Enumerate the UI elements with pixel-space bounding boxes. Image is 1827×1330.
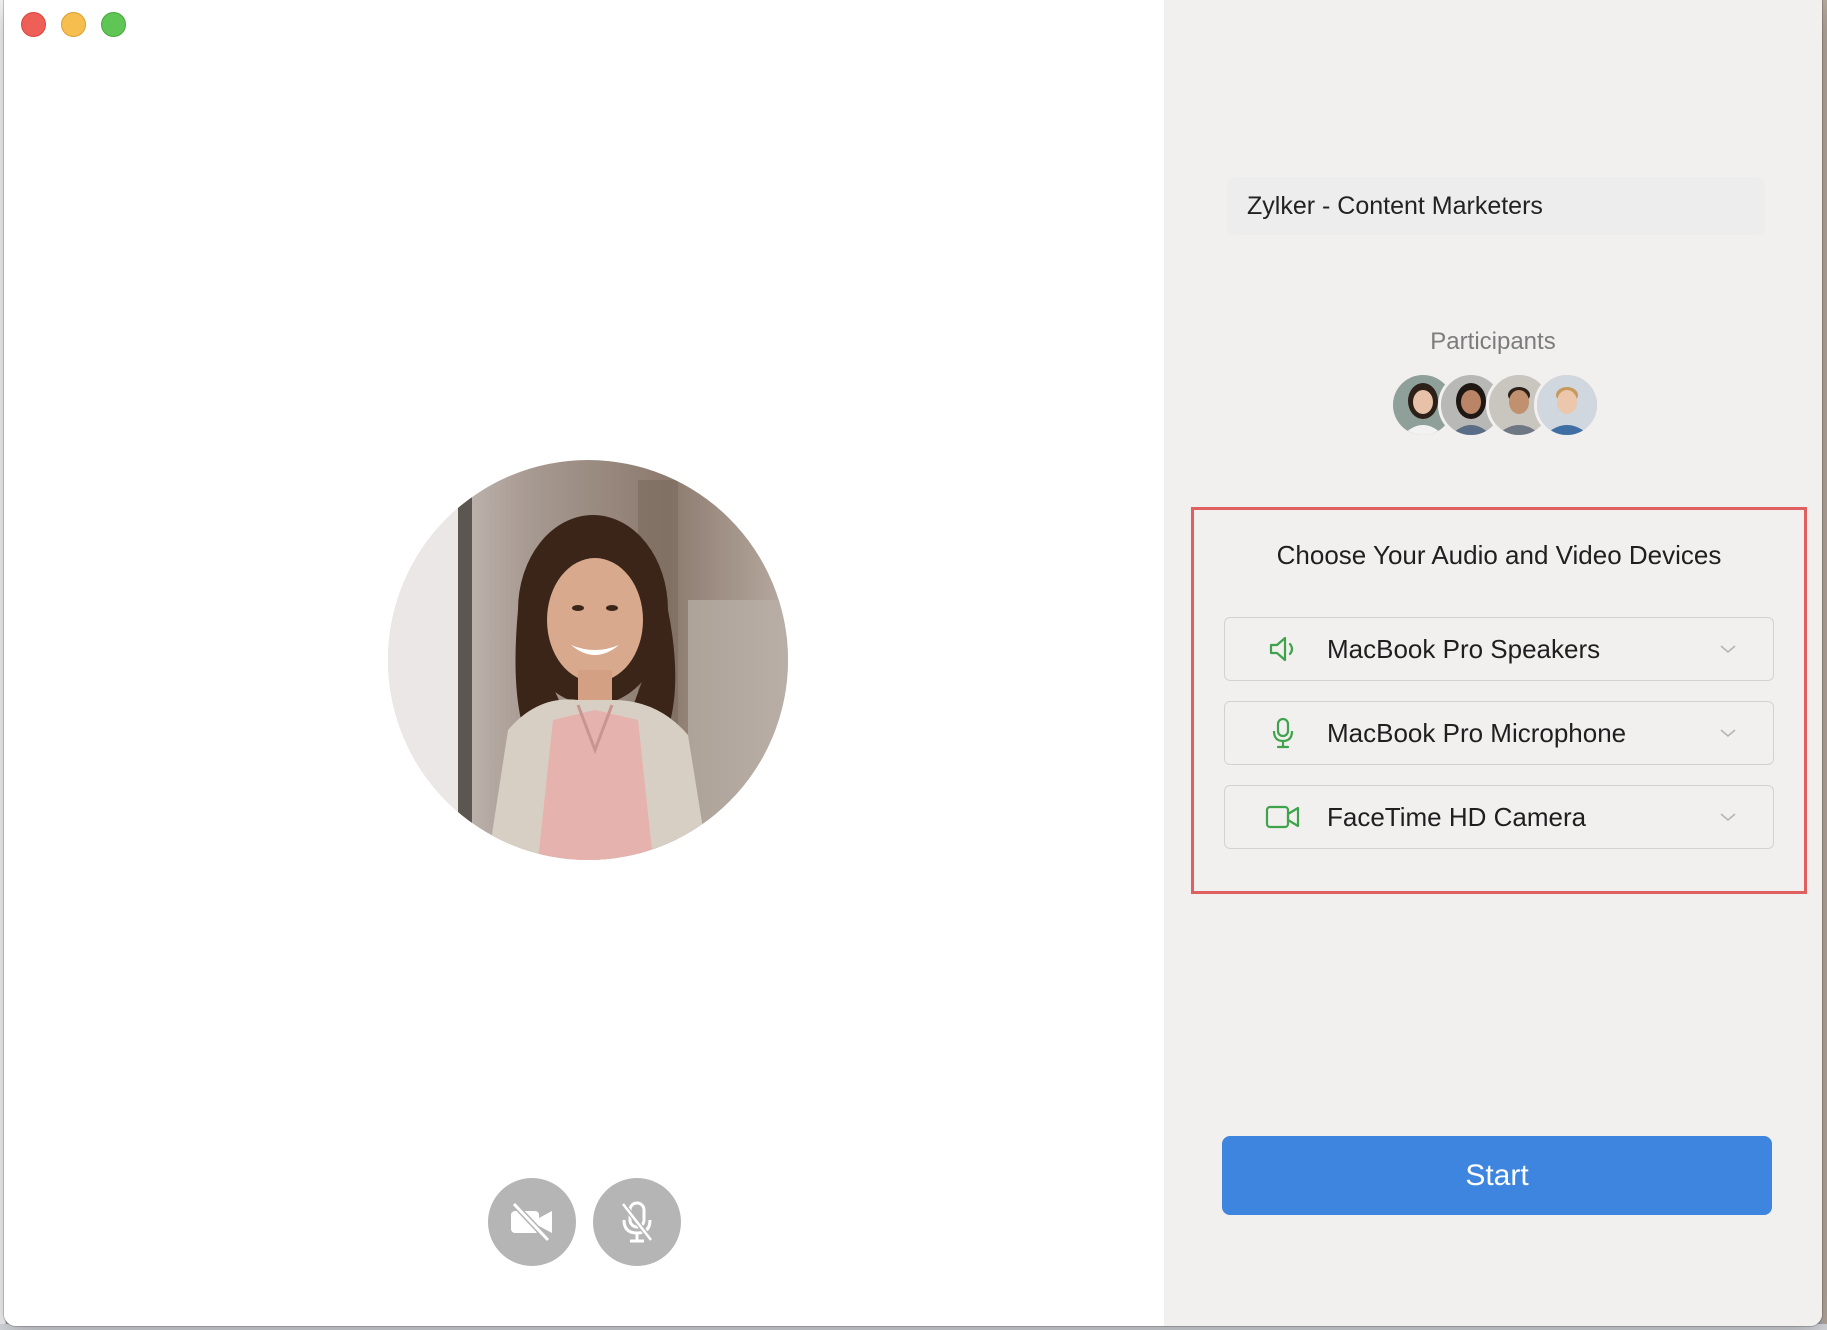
- camera-icon: [1263, 797, 1303, 837]
- maximize-window-button[interactable]: [101, 12, 126, 37]
- camera-select-value: FaceTime HD Camera: [1327, 801, 1587, 832]
- meeting-title: Zylker - Content Marketers: [1247, 191, 1543, 220]
- participants-label: Participants: [1430, 328, 1556, 355]
- device-selection-panel: Choose Your Audio and Video Devices MacB…: [1191, 507, 1807, 894]
- self-portrait-photo: [388, 460, 788, 860]
- participants-avatars: [1390, 372, 1600, 438]
- speaker-select[interactable]: MacBook Pro Speakers: [1224, 617, 1774, 681]
- chevron-down-icon: [1720, 813, 1736, 822]
- meeting-setup-pane: Zylker - Content Marketers Participants: [1164, 0, 1822, 1326]
- self-preview-pane: [4, 0, 1164, 1326]
- device-panel-heading: Choose Your Audio and Video Devices: [1276, 540, 1722, 570]
- close-window-button[interactable]: [21, 12, 46, 37]
- window-controls: [21, 12, 126, 37]
- start-meeting-button[interactable]: Start: [1222, 1136, 1772, 1215]
- video-off-icon: [511, 1202, 552, 1242]
- chevron-down-icon: [1720, 729, 1736, 738]
- speaker-icon: [1263, 629, 1303, 669]
- avatar: [1534, 372, 1600, 438]
- camera-select[interactable]: FaceTime HD Camera: [1224, 785, 1774, 849]
- chevron-down-icon: [1720, 645, 1736, 654]
- microphone-icon: [1263, 713, 1303, 753]
- microphone-select[interactable]: MacBook Pro Microphone: [1224, 701, 1774, 765]
- minimize-window-button[interactable]: [61, 12, 86, 37]
- toggle-video-button[interactable]: [488, 1178, 576, 1266]
- speaker-select-value: MacBook Pro Speakers: [1327, 633, 1601, 664]
- mic-off-icon: [621, 1201, 653, 1243]
- media-controls: [488, 1178, 681, 1266]
- self-video-preview: [388, 460, 788, 860]
- toggle-microphone-button[interactable]: [593, 1178, 681, 1266]
- microphone-select-value: MacBook Pro Microphone: [1327, 717, 1627, 748]
- meeting-title-field[interactable]: Zylker - Content Marketers: [1227, 177, 1765, 235]
- meeting-window: Zylker - Content Marketers Participants: [4, 0, 1822, 1326]
